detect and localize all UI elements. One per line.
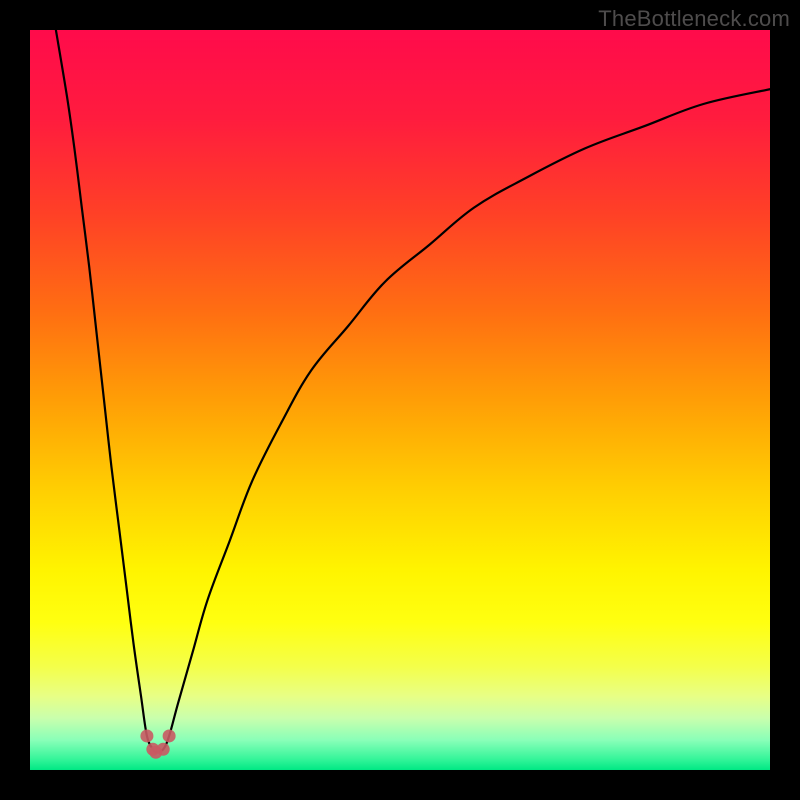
chart-frame: TheBottleneck.com — [0, 0, 800, 800]
curve-right-branch — [156, 89, 770, 752]
valley-marker-3 — [157, 743, 170, 756]
plot-area — [30, 30, 770, 770]
watermark-label: TheBottleneck.com — [598, 6, 790, 32]
valley-marker-0 — [140, 729, 153, 742]
curve-left-branch — [56, 30, 156, 752]
valley-marker-4 — [163, 729, 176, 742]
bottleneck-curve — [30, 30, 770, 770]
